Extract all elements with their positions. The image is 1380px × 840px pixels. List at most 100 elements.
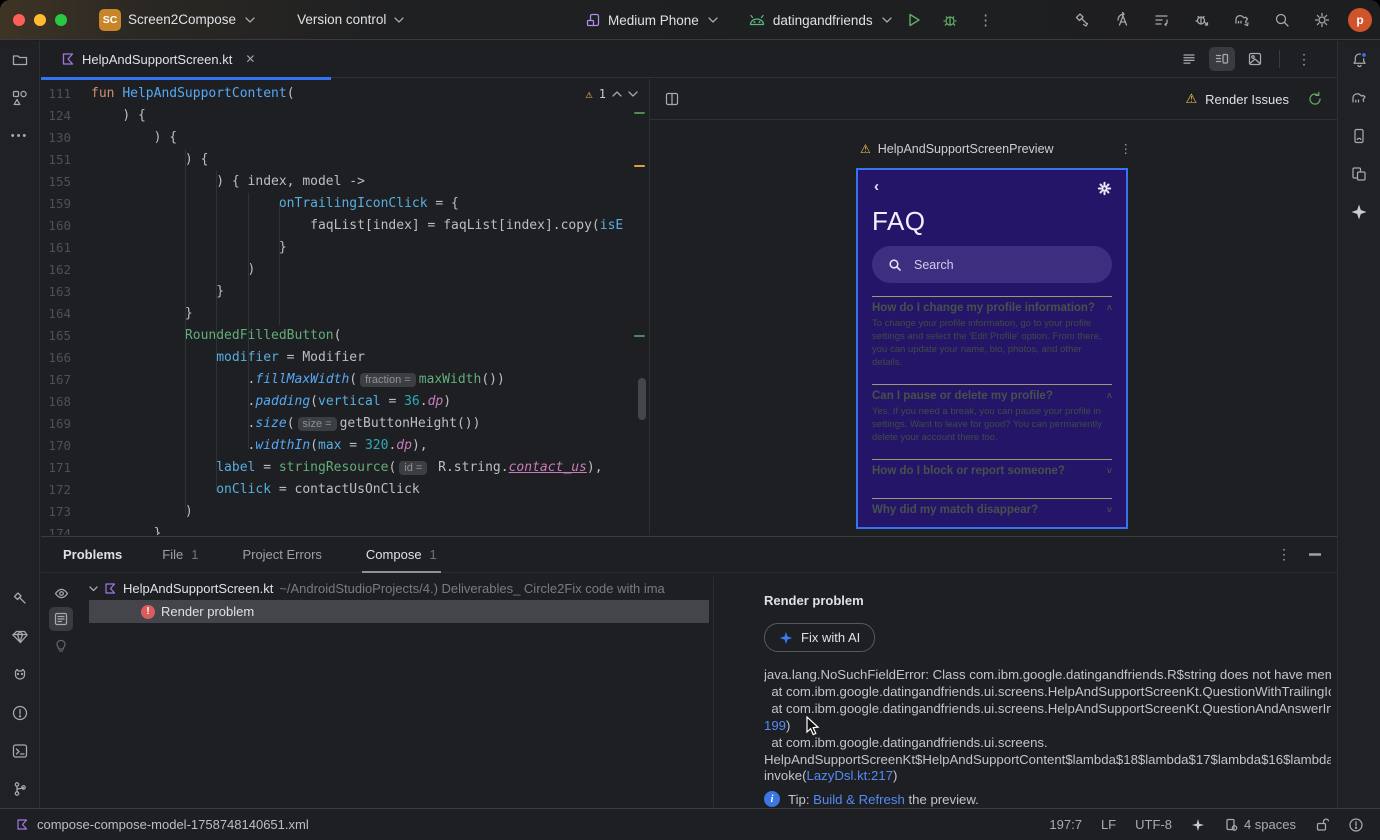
chevron-down-icon[interactable] xyxy=(89,585,98,592)
git-branch-icon[interactable] xyxy=(6,775,34,803)
caret-position[interactable]: 197:7 xyxy=(1049,817,1082,832)
fix-with-ai-button[interactable]: Fix with AI xyxy=(764,623,876,652)
indent-setting[interactable]: 4 spaces xyxy=(1224,817,1296,832)
more-actions-button[interactable]: ⋮ xyxy=(972,6,1000,34)
refresh-icon[interactable] xyxy=(1307,91,1323,107)
stack-trace[interactable]: java.lang.NoSuchFieldError: Class com.ib… xyxy=(764,667,1331,785)
code-line[interactable]: 159 onTrailingIconClick = { xyxy=(41,193,648,215)
code-view-icon[interactable] xyxy=(1176,47,1202,71)
run-button[interactable] xyxy=(900,6,928,34)
panel-options-icon[interactable]: ⋮ xyxy=(1277,546,1291,563)
prev-warning-icon[interactable] xyxy=(612,91,622,97)
faq-question[interactable]: How do I change my profile information? ˄ xyxy=(872,302,1112,314)
minimize-panel-icon[interactable] xyxy=(1309,553,1321,556)
profiler-bug-icon[interactable] xyxy=(1188,6,1216,34)
ai-sparkle-icon[interactable] xyxy=(1191,818,1205,832)
run-configuration-selector[interactable]: datingandfriends xyxy=(748,13,892,28)
build-hammer-icon[interactable] xyxy=(6,585,34,613)
render-issues-label[interactable]: Render Issues xyxy=(1205,92,1289,107)
logcat-cat-icon[interactable] xyxy=(6,661,34,689)
code-line[interactable]: 172 onClick = contactUsOnClick xyxy=(41,479,648,501)
unlocked-icon[interactable] xyxy=(1315,817,1329,832)
faq-question[interactable]: Why did my match disappear? ˅ xyxy=(872,504,1112,516)
preview-eye-icon[interactable] xyxy=(49,581,73,605)
problems-tab-file[interactable]: File 1 xyxy=(158,537,202,573)
quickfix-bulb-icon[interactable] xyxy=(49,633,73,657)
running-devices-icon[interactable] xyxy=(1345,160,1373,188)
back-icon[interactable]: ‹ xyxy=(874,178,879,195)
problems-panel-title[interactable]: Problems xyxy=(63,547,122,562)
code-line[interactable]: 161 } xyxy=(41,237,648,259)
faq-question[interactable]: How do I block or report someone? ˅ xyxy=(872,465,1112,477)
close-tab-icon[interactable]: ✕ xyxy=(245,52,255,66)
preview-layout-icon[interactable] xyxy=(664,91,681,108)
notifications-bell-icon[interactable] xyxy=(1345,46,1373,74)
editor-scrollbar[interactable] xyxy=(638,378,646,420)
split-view-icon[interactable] xyxy=(1209,47,1235,71)
more-tool-windows-icon[interactable]: ••• xyxy=(6,122,34,150)
code-line[interactable]: 151 ) { xyxy=(41,149,648,171)
settings-gear-icon[interactable] xyxy=(1308,6,1336,34)
faq-question[interactable]: Can I pause or delete my profile? ˄ xyxy=(872,390,1112,402)
code-line[interactable]: 168 .padding(vertical = 36.dp) xyxy=(41,391,648,413)
code-line[interactable]: 162 ) xyxy=(41,259,648,281)
code-line[interactable]: 174 } xyxy=(41,523,648,535)
file-encoding[interactable]: UTF-8 xyxy=(1135,817,1172,832)
preview-phone-frame[interactable]: ‹ FAQ Search How do I change my profile … xyxy=(856,168,1128,529)
history-list-icon[interactable] xyxy=(1148,6,1176,34)
minimize-window-button[interactable] xyxy=(34,13,46,26)
code-line[interactable]: 155 ) { index, model -> xyxy=(41,171,648,193)
code-line[interactable]: 124 ) { xyxy=(41,105,648,127)
design-view-icon[interactable] xyxy=(1242,47,1268,71)
code-line[interactable]: 130 ) { xyxy=(41,127,648,149)
terminal-icon[interactable] xyxy=(6,737,34,765)
code-line[interactable]: 170 .widthIn(max = 320.dp), xyxy=(41,435,648,457)
code-line[interactable]: 171 label = stringResource(id = R.string… xyxy=(41,457,648,479)
version-control-menu[interactable]: Version control xyxy=(297,12,404,27)
settings-gear-icon[interactable] xyxy=(1097,181,1112,196)
device-manager-icon[interactable] xyxy=(1345,122,1373,150)
error-highlight-icon[interactable] xyxy=(1348,817,1364,833)
profile-avatar[interactable]: p xyxy=(1348,8,1372,32)
code-line[interactable]: 173 ) xyxy=(41,501,648,523)
faq-search-field[interactable]: Search xyxy=(872,246,1112,283)
editor-options-icon[interactable]: ⋮ xyxy=(1291,47,1317,71)
ai-refactor-icon[interactable] xyxy=(1108,6,1136,34)
problem-file-row[interactable]: HelpAndSupportScreen.kt ~/AndroidStudioP… xyxy=(89,577,709,600)
build-refresh-link[interactable]: Build & Refresh xyxy=(813,792,905,807)
trace-link[interactable]: LazyDsl.kt:217 xyxy=(807,768,894,783)
resource-manager-icon[interactable] xyxy=(6,84,34,112)
render-problem-row[interactable]: ! Render problem xyxy=(89,600,709,623)
details-view-icon[interactable] xyxy=(49,607,73,631)
problems-tab-compose[interactable]: Compose 1 xyxy=(362,537,441,573)
code-line[interactable]: 166 modifier = Modifier xyxy=(41,347,648,369)
inspection-widget[interactable]: ⚠ 1 xyxy=(586,87,638,101)
preview-title-row[interactable]: ⚠ HelpAndSupportScreenPreview ⋮ xyxy=(860,141,1133,157)
gradle-sync-icon[interactable] xyxy=(1228,6,1256,34)
debug-button[interactable] xyxy=(936,6,964,34)
project-folder-icon[interactable] xyxy=(6,46,34,74)
code-line[interactable]: 167 .fillMaxWidth(fraction = maxWidth()) xyxy=(41,369,648,391)
zoom-window-button[interactable] xyxy=(55,13,67,26)
project-selector[interactable]: SC Screen2Compose xyxy=(99,8,255,31)
gradle-elephant-icon[interactable] xyxy=(1345,84,1373,112)
code-line[interactable]: 111 fun HelpAndSupportContent( xyxy=(41,83,648,105)
device-selector[interactable]: Medium Phone xyxy=(585,12,718,28)
app-quality-insights-gem-icon[interactable] xyxy=(6,623,34,651)
gemini-sparkle-icon[interactable] xyxy=(1345,198,1373,226)
tab-helpandsupportscreen[interactable]: HelpAndSupportScreen.kt ✕ xyxy=(41,41,265,77)
trace-link[interactable]: 199 xyxy=(764,718,786,733)
next-warning-icon[interactable] xyxy=(628,91,638,97)
code-line[interactable]: 164 } xyxy=(41,303,648,325)
status-file-name[interactable]: compose-compose-model-1758748140651.xml xyxy=(37,817,309,832)
code-editor[interactable]: ⚠ 1 111 fun HelpAndSupportContent(124 ) {… xyxy=(41,79,648,535)
close-window-button[interactable] xyxy=(13,13,25,26)
code-line[interactable]: 160 faqList[index] = faqList[index].copy… xyxy=(41,215,648,237)
code-line[interactable]: 169 .size(size = getButtonHeight()) xyxy=(41,413,648,435)
build-run-hammer-icon[interactable] xyxy=(1068,6,1096,34)
code-line[interactable]: 165 RoundedFilledButton( xyxy=(41,325,648,347)
problems-tab-project-errors[interactable]: Project Errors xyxy=(238,537,325,573)
line-ending[interactable]: LF xyxy=(1101,817,1116,832)
search-everywhere-icon[interactable] xyxy=(1268,6,1296,34)
preview-options-icon[interactable]: ⋮ xyxy=(1120,141,1133,156)
